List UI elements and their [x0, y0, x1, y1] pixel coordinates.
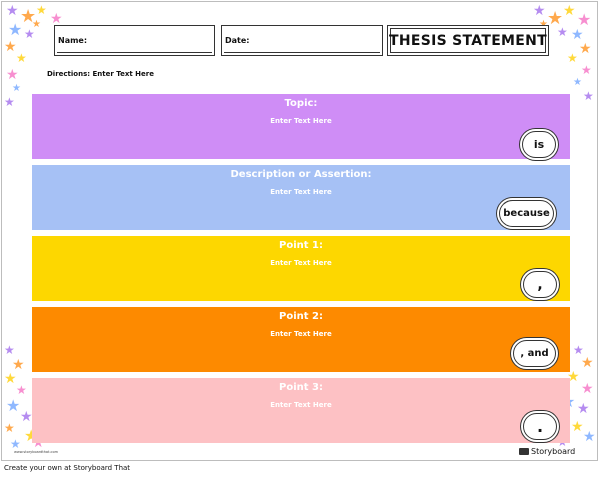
star-icon: ★ [6, 3, 19, 19]
band-text-field[interactable]: Enter Text Here [32, 117, 570, 125]
star-icon: ★ [547, 8, 564, 29]
star-icon: ★ [573, 77, 582, 88]
connector-cloud-because: because [499, 200, 554, 227]
star-icon: ★ [6, 67, 19, 83]
footer-brand-text: Storyboard [531, 447, 576, 456]
band-title: Topic: [284, 98, 318, 109]
star-icon: ★ [16, 51, 27, 65]
star-icon: ★ [557, 25, 568, 39]
page-title: THESIS STATEMENT [388, 32, 548, 49]
star-icon: ★ [20, 409, 33, 425]
star-icon: ★ [4, 343, 15, 357]
star-icon: ★ [4, 421, 15, 435]
footer-brand: Storyboard [519, 447, 575, 456]
band-point-1: Point 1: Enter Text Here [32, 236, 570, 301]
star-icon: ★ [20, 6, 37, 27]
footer-site: www.storyboardthat.com [14, 450, 59, 454]
star-icon: ★ [573, 343, 584, 357]
storyboard-logo-icon [519, 448, 529, 455]
star-icon: ★ [563, 3, 576, 19]
band-topic: Topic: Enter Text Here [32, 94, 570, 159]
star-icon: ★ [50, 11, 63, 27]
star-icon: ★ [10, 437, 21, 451]
star-icon: ★ [583, 429, 596, 445]
worksheet: ★ ★ ★ ★ ★ ★ ★ ★ ★ ★ ★ ★ ★ ★ ★ ★ ★ ★ ★ ★ ★ ★ ★ ★ ★ ★ ★ ★ ★ ★ ★ ★ ★ ★ ★ ★ ★… [1, 1, 598, 461]
title-box: THESIS STATEMENT [387, 25, 549, 56]
connector-cloud-period: . [523, 413, 557, 440]
star-icon: ★ [36, 3, 47, 17]
star-icon: ★ [6, 396, 21, 415]
star-icon: ★ [533, 3, 546, 19]
star-icon: ★ [12, 83, 21, 94]
band-point-2: Point 2: Enter Text Here [32, 307, 570, 372]
star-icon: ★ [571, 419, 584, 435]
band-title: Point 1: [279, 240, 323, 251]
date-label: Date: [225, 36, 250, 45]
caption: Create your own at Storyboard That [4, 464, 131, 472]
star-icon: ★ [12, 357, 25, 373]
name-label: Name: [58, 36, 88, 45]
star-icon: ★ [567, 51, 578, 65]
star-icon: ★ [577, 10, 592, 29]
star-icon: ★ [571, 27, 584, 43]
star-icon: ★ [16, 383, 27, 397]
star-icon: ★ [32, 19, 41, 30]
band-text-field[interactable]: Enter Text Here [32, 401, 570, 409]
band-description: Description or Assertion: Enter Text Her… [32, 165, 570, 230]
date-field[interactable]: Date: [221, 25, 383, 56]
band-title: Point 2: [279, 311, 323, 322]
star-icon: ★ [581, 63, 592, 77]
band-point-3: Point 3: Enter Text Here [32, 378, 570, 443]
directions-text[interactable]: Enter Text Here [93, 70, 154, 78]
star-icon: ★ [577, 401, 590, 417]
star-icon: ★ [583, 89, 594, 103]
star-icon: ★ [8, 20, 23, 39]
band-text-field[interactable]: Enter Text Here [32, 188, 570, 196]
star-icon: ★ [4, 371, 17, 387]
connector-cloud-is: is [522, 131, 556, 158]
star-icon: ★ [581, 381, 594, 397]
star-icon: ★ [581, 355, 594, 371]
connector-cloud-and: , and [513, 340, 556, 367]
star-icon: ★ [4, 95, 15, 109]
band-text-field[interactable]: Enter Text Here [32, 330, 570, 338]
star-icon: ★ [579, 41, 592, 57]
name-field[interactable]: Name: [54, 25, 215, 56]
band-text-field[interactable]: Enter Text Here [32, 259, 570, 267]
connector-cloud-comma: , [523, 271, 557, 298]
directions: Directions: Enter Text Here [47, 70, 154, 78]
directions-label: Directions: [47, 70, 91, 78]
band-title: Description or Assertion: [230, 169, 372, 180]
star-icon: ★ [4, 39, 17, 55]
band-title: Point 3: [279, 382, 323, 393]
star-icon: ★ [24, 27, 35, 41]
